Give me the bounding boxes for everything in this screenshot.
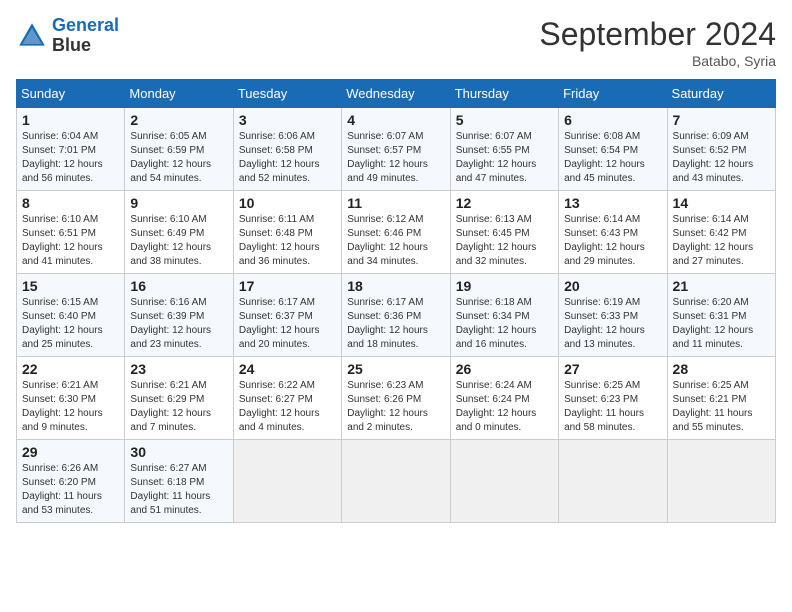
table-row: 5Sunrise: 6:07 AMSunset: 6:55 PMDaylight…: [450, 108, 558, 191]
table-row: 15Sunrise: 6:15 AMSunset: 6:40 PMDayligh…: [17, 274, 125, 357]
table-row: 13Sunrise: 6:14 AMSunset: 6:43 PMDayligh…: [559, 191, 667, 274]
table-row: 6Sunrise: 6:08 AMSunset: 6:54 PMDaylight…: [559, 108, 667, 191]
col-monday: Monday: [125, 80, 233, 108]
table-row: 12Sunrise: 6:13 AMSunset: 6:45 PMDayligh…: [450, 191, 558, 274]
page-header: GeneralBlue September 2024 Batabo, Syria: [16, 16, 776, 69]
calendar-table: Sunday Monday Tuesday Wednesday Thursday…: [16, 79, 776, 523]
header-row: Sunday Monday Tuesday Wednesday Thursday…: [17, 80, 776, 108]
calendar-row: 29Sunrise: 6:26 AMSunset: 6:20 PMDayligh…: [17, 440, 776, 523]
month-title: September 2024: [539, 16, 776, 53]
table-row: 11Sunrise: 6:12 AMSunset: 6:46 PMDayligh…: [342, 191, 450, 274]
table-row: 7Sunrise: 6:09 AMSunset: 6:52 PMDaylight…: [667, 108, 775, 191]
calendar-row: 8Sunrise: 6:10 AMSunset: 6:51 PMDaylight…: [17, 191, 776, 274]
col-friday: Friday: [559, 80, 667, 108]
table-row: 28Sunrise: 6:25 AMSunset: 6:21 PMDayligh…: [667, 357, 775, 440]
table-row: 16Sunrise: 6:16 AMSunset: 6:39 PMDayligh…: [125, 274, 233, 357]
table-row: [342, 440, 450, 523]
table-row: 3Sunrise: 6:06 AMSunset: 6:58 PMDaylight…: [233, 108, 341, 191]
table-row: 4Sunrise: 6:07 AMSunset: 6:57 PMDaylight…: [342, 108, 450, 191]
table-row: 27Sunrise: 6:25 AMSunset: 6:23 PMDayligh…: [559, 357, 667, 440]
table-row: 26Sunrise: 6:24 AMSunset: 6:24 PMDayligh…: [450, 357, 558, 440]
title-block: September 2024 Batabo, Syria: [539, 16, 776, 69]
table-row: [559, 440, 667, 523]
table-row: [233, 440, 341, 523]
col-thursday: Thursday: [450, 80, 558, 108]
table-row: [667, 440, 775, 523]
table-row: 21Sunrise: 6:20 AMSunset: 6:31 PMDayligh…: [667, 274, 775, 357]
table-row: 23Sunrise: 6:21 AMSunset: 6:29 PMDayligh…: [125, 357, 233, 440]
table-row: 10Sunrise: 6:11 AMSunset: 6:48 PMDayligh…: [233, 191, 341, 274]
table-row: 20Sunrise: 6:19 AMSunset: 6:33 PMDayligh…: [559, 274, 667, 357]
table-row: 2Sunrise: 6:05 AMSunset: 6:59 PMDaylight…: [125, 108, 233, 191]
table-row: [450, 440, 558, 523]
calendar-row: 1Sunrise: 6:04 AMSunset: 7:01 PMDaylight…: [17, 108, 776, 191]
table-row: 17Sunrise: 6:17 AMSunset: 6:37 PMDayligh…: [233, 274, 341, 357]
calendar-row: 22Sunrise: 6:21 AMSunset: 6:30 PMDayligh…: [17, 357, 776, 440]
col-wednesday: Wednesday: [342, 80, 450, 108]
col-sunday: Sunday: [17, 80, 125, 108]
table-row: 14Sunrise: 6:14 AMSunset: 6:42 PMDayligh…: [667, 191, 775, 274]
table-row: 29Sunrise: 6:26 AMSunset: 6:20 PMDayligh…: [17, 440, 125, 523]
table-row: 19Sunrise: 6:18 AMSunset: 6:34 PMDayligh…: [450, 274, 558, 357]
col-saturday: Saturday: [667, 80, 775, 108]
table-row: 24Sunrise: 6:22 AMSunset: 6:27 PMDayligh…: [233, 357, 341, 440]
table-row: 30Sunrise: 6:27 AMSunset: 6:18 PMDayligh…: [125, 440, 233, 523]
calendar-body: 1Sunrise: 6:04 AMSunset: 7:01 PMDaylight…: [17, 108, 776, 523]
table-row: 18Sunrise: 6:17 AMSunset: 6:36 PMDayligh…: [342, 274, 450, 357]
logo: GeneralBlue: [16, 16, 119, 56]
logo-icon: [16, 20, 48, 52]
calendar-row: 15Sunrise: 6:15 AMSunset: 6:40 PMDayligh…: [17, 274, 776, 357]
col-tuesday: Tuesday: [233, 80, 341, 108]
table-row: 25Sunrise: 6:23 AMSunset: 6:26 PMDayligh…: [342, 357, 450, 440]
table-row: 1Sunrise: 6:04 AMSunset: 7:01 PMDaylight…: [17, 108, 125, 191]
location: Batabo, Syria: [539, 53, 776, 69]
table-row: 22Sunrise: 6:21 AMSunset: 6:30 PMDayligh…: [17, 357, 125, 440]
table-row: 8Sunrise: 6:10 AMSunset: 6:51 PMDaylight…: [17, 191, 125, 274]
logo-text: GeneralBlue: [52, 16, 119, 56]
table-row: 9Sunrise: 6:10 AMSunset: 6:49 PMDaylight…: [125, 191, 233, 274]
